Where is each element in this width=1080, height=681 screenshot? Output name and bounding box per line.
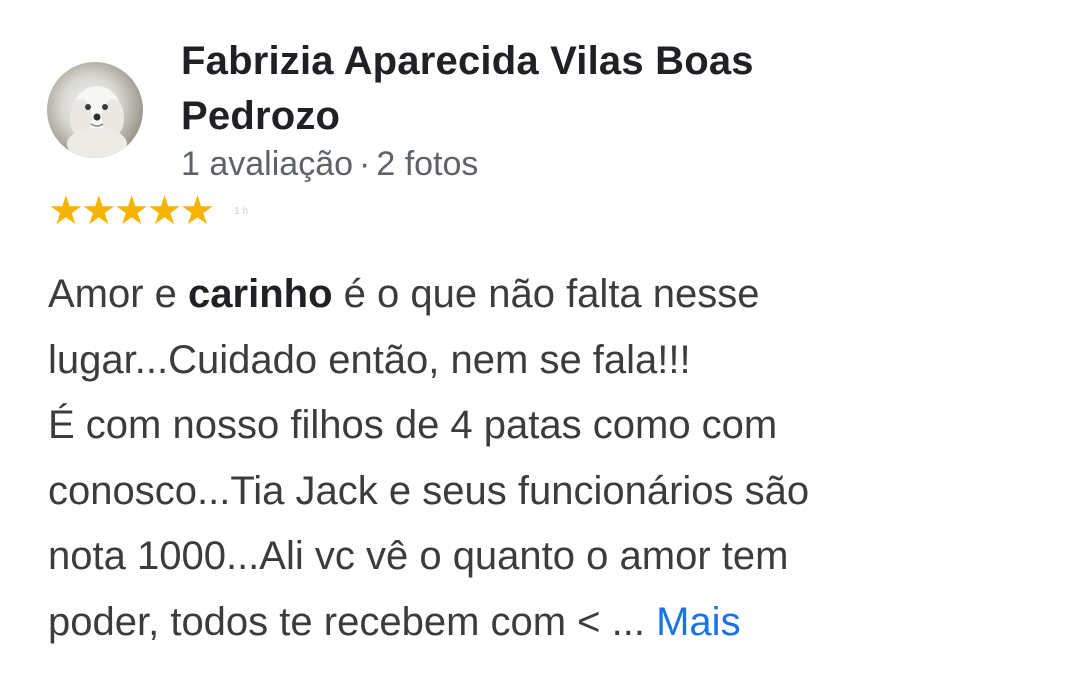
author-avatar[interactable] [47,62,143,158]
review-text-segment: é o que não falta nesse [332,272,760,316]
star-icon: ★ [113,189,150,233]
review-text-segment: Amor e [48,272,189,316]
star-icon: ★ [179,189,216,233]
author-name[interactable]: Fabrizia Aparecida Vilas Boas Pedrozo [181,34,901,144]
review-line-2: lugar...Cuidado então, nem se fala!!! [48,337,691,382]
dog-photo-avatar-icon [67,86,127,158]
reviews-count: 1 avaliação [181,145,354,183]
photos-count: 2 fotos [376,145,479,183]
review-date: 1 h [234,205,249,217]
meta-separator: · [359,145,371,183]
review-line-3: É com nosso filhos de 4 patas como com [48,403,778,448]
star-icon: ★ [146,189,183,233]
more-link[interactable]: Mais [656,600,740,644]
author-meta: 1 avaliação · 2 fotos [181,142,478,186]
author-name-line-1: Fabrizia Aparecida Vilas Boas [181,39,754,83]
author-name-line-2: Pedrozo [181,94,341,138]
star-icon: ★ [80,189,117,233]
star-icon: ★ [48,189,84,233]
review-line-1: Amor e carinho é o que não falta nesse [48,262,1038,328]
review-bold-word: carinho [188,272,333,316]
star-rating: ★ ★ ★ ★ ★ 1 h [48,188,248,234]
review-text: Amor e carinho é o que não falta nesse l… [48,262,1038,656]
review-line-6: poder, todos te recebem com < ... Mais [48,590,1038,656]
review-line-4: conosco...Tia Jack e seus funcionários s… [48,468,810,513]
review-text-segment: poder, todos te recebem com < ... [48,599,657,644]
review-line-5: nota 1000...Ali vc vê o quanto o amor te… [48,534,789,579]
review-card: Fabrizia Aparecida Vilas Boas Pedrozo 1 … [0,0,1080,681]
